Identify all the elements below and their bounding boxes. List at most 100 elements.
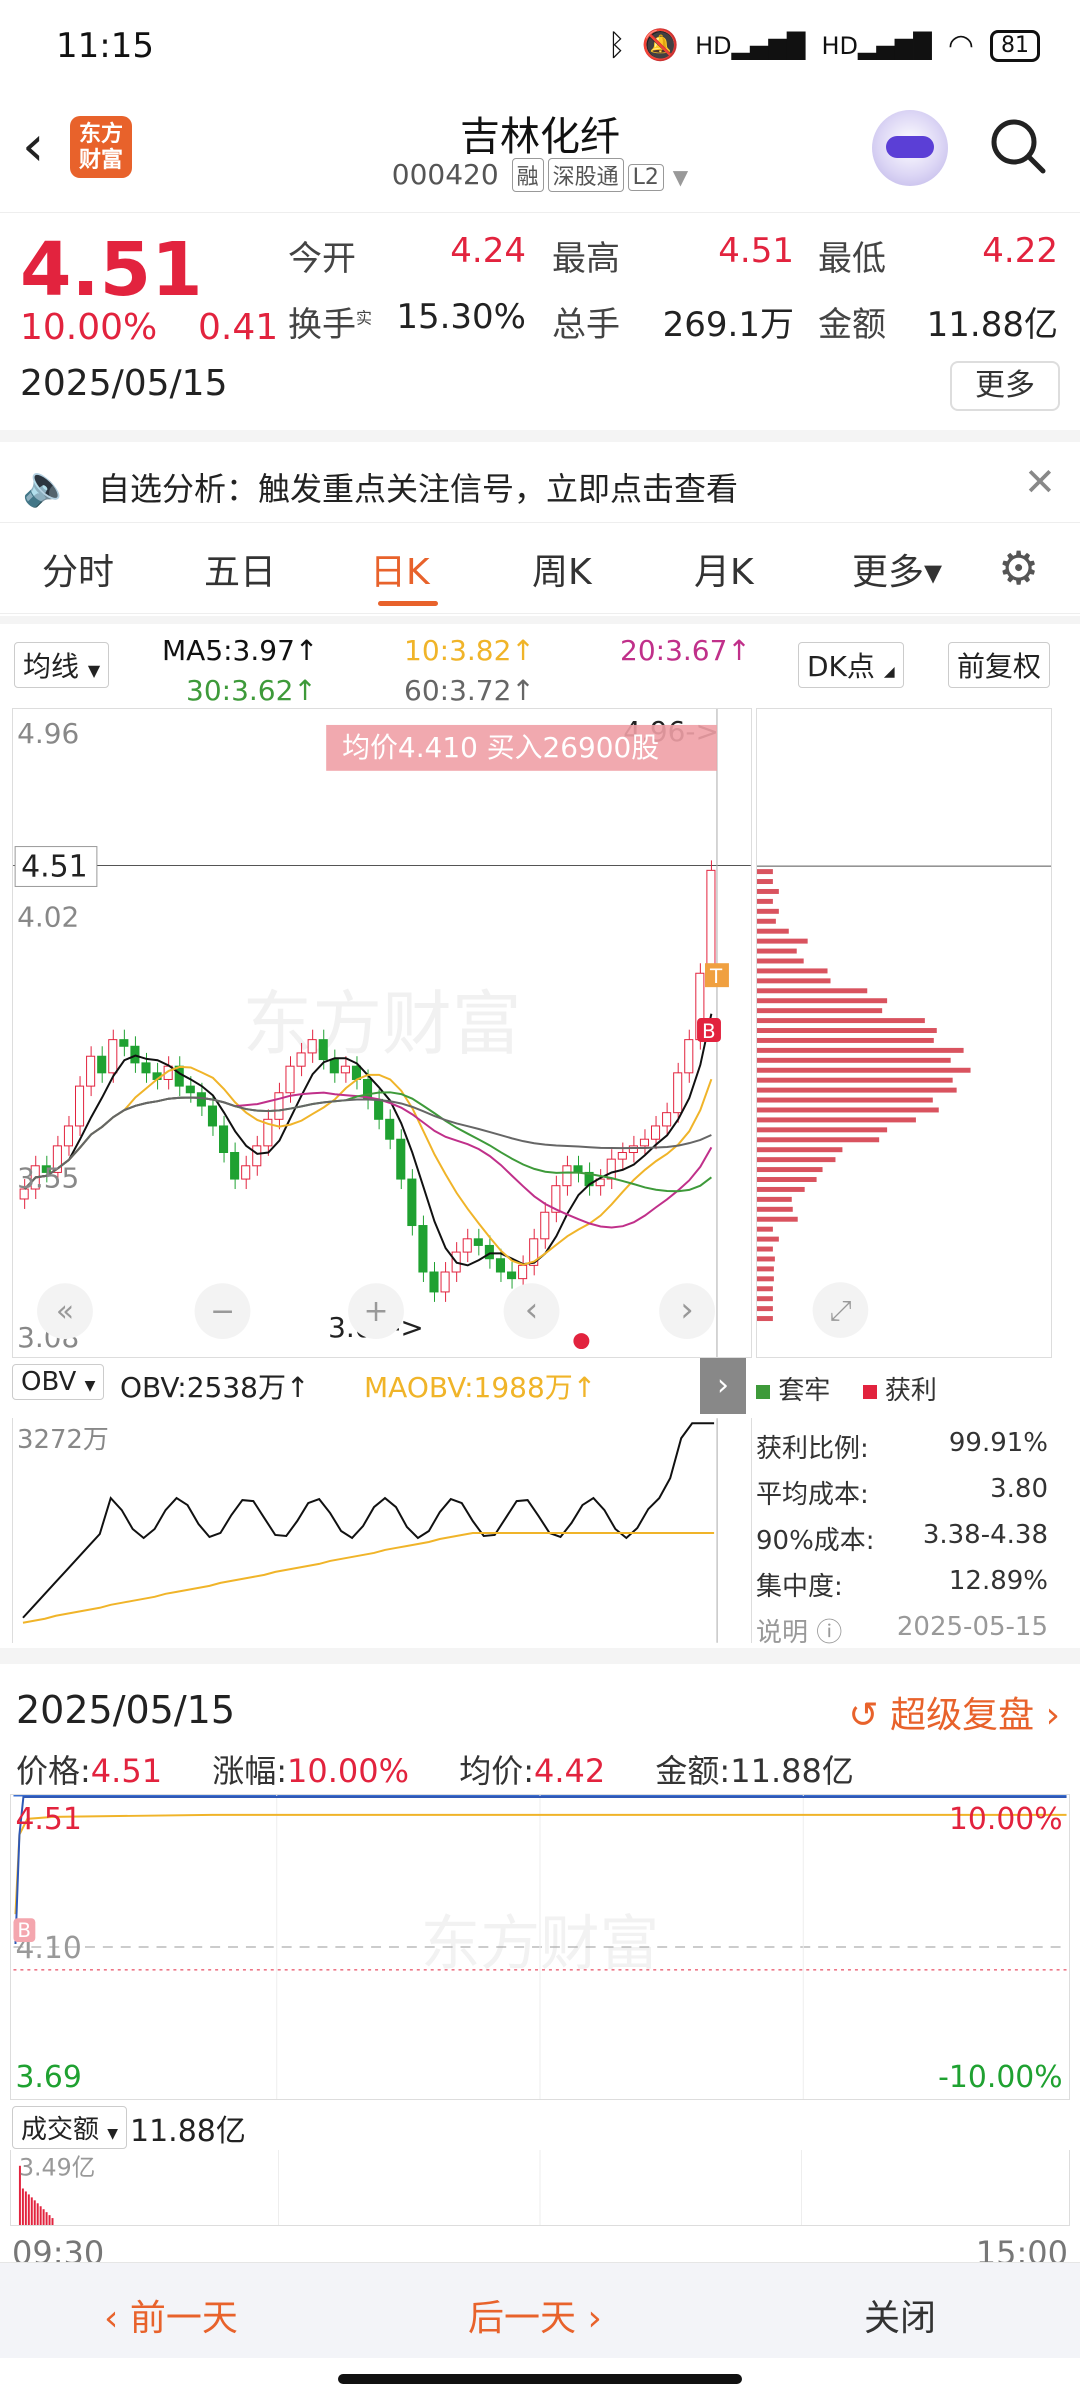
battery-icon: 81 xyxy=(990,30,1040,62)
chip-bar xyxy=(757,1157,835,1162)
chip-bar xyxy=(757,988,867,993)
mute-icon: 🔕 xyxy=(642,28,679,63)
trap-swatch xyxy=(756,1385,770,1399)
candle xyxy=(430,1272,438,1292)
candle xyxy=(87,1056,95,1086)
tab-five-day[interactable]: 五日 xyxy=(204,543,276,595)
candle xyxy=(186,1086,194,1093)
search-icon[interactable] xyxy=(988,116,1048,176)
candle xyxy=(142,1063,150,1073)
chip-bar xyxy=(757,929,789,934)
candle xyxy=(175,1066,183,1086)
candle xyxy=(629,1146,637,1153)
expand-icon: ⤢ xyxy=(829,1294,851,1327)
candle xyxy=(131,1046,139,1063)
kline-chart[interactable]: 东方财富 4.96 4.51 4.02 3.55 3.08 3.08-> 4.9… xyxy=(12,708,752,1358)
candle xyxy=(574,1166,582,1173)
plus-icon: + xyxy=(363,1294,388,1329)
dk-point-selector[interactable]: DK点 ◢ xyxy=(798,642,904,688)
y-axis-top: 4.96 xyxy=(17,717,79,750)
history-icon: ↺ xyxy=(849,1695,879,1736)
candle xyxy=(330,1060,338,1073)
volume-bar xyxy=(43,2209,45,2225)
close-button[interactable]: 关闭 xyxy=(864,2289,936,2341)
candle xyxy=(541,1212,549,1239)
profit-ratio-row: 获利比例: 99.91% xyxy=(756,1428,1052,1465)
ma5-value: MA5:3.97↑ xyxy=(162,634,318,667)
chip-bar xyxy=(757,998,887,1003)
candle xyxy=(242,1166,250,1179)
obv-selector[interactable]: OBV ▼ xyxy=(12,1364,104,1400)
volume-bar xyxy=(34,2200,36,2225)
intraday-y-bottom: 3.69 xyxy=(15,2060,81,2095)
adjust-button[interactable]: 前复权 xyxy=(948,642,1050,688)
intraday-b-label: B xyxy=(17,1919,31,1942)
candle xyxy=(286,1066,294,1093)
watermark: 东方财富 xyxy=(242,985,521,1063)
chip-bar xyxy=(757,1107,939,1112)
cost-90-row: 90%成本: 3.38-4.38 xyxy=(756,1520,1052,1557)
rewind-icon: « xyxy=(56,1294,74,1329)
gear-icon[interactable]: ⚙ xyxy=(998,541,1039,595)
chip-bar xyxy=(757,1008,882,1013)
tab-intraday[interactable]: 分时 xyxy=(42,543,114,595)
volume-bar xyxy=(31,2197,33,2225)
close-icon[interactable]: ✕ xyxy=(1024,460,1056,504)
high-label: 最高 xyxy=(552,231,620,280)
open-label: 今开 xyxy=(288,231,356,280)
chip-note-row[interactable]: 说明 ⓘ 2025-05-15 xyxy=(756,1612,1052,1646)
amount-value: 11.88亿 xyxy=(900,297,1058,346)
analysis-banner[interactable]: 🔈 自选分析：触发重点关注信号，立即点击查看 ✕ xyxy=(0,430,1080,520)
chip-bar xyxy=(757,1137,879,1142)
chip-bar xyxy=(757,1028,937,1033)
candle xyxy=(618,1153,626,1160)
volume-selector[interactable]: 成交额 ▼ xyxy=(12,2106,127,2149)
more-button[interactable]: 更多 xyxy=(950,361,1060,411)
tab-more[interactable]: 更多▾ xyxy=(852,543,942,595)
assistant-avatar[interactable] xyxy=(872,110,948,186)
active-tab-underline xyxy=(378,601,438,606)
replay-amount: 11.88亿 xyxy=(730,1752,854,1790)
banner-text: 自选分析：触发重点关注信号，立即点击查看 xyxy=(98,464,738,510)
prev-day-button[interactable]: ‹ 前一天 xyxy=(104,2289,238,2341)
footer-bar: ‹ 前一天 后一天 › 关闭 xyxy=(0,2262,1080,2358)
status-time: 11:15 xyxy=(56,26,154,66)
ma-selector[interactable]: 均线 ▼ xyxy=(14,642,109,688)
volume-bar xyxy=(25,2191,27,2225)
candle xyxy=(197,1093,205,1106)
chip-bar xyxy=(757,1247,773,1252)
collapse-panel-button[interactable]: › xyxy=(700,1358,746,1414)
chip-bar xyxy=(757,1117,916,1122)
tab-weekly-k[interactable]: 周K xyxy=(532,543,592,595)
chip-bar xyxy=(757,968,828,973)
info-icon: ⓘ xyxy=(816,1618,842,1646)
concentration-row: 集中度: 12.89% xyxy=(756,1566,1052,1603)
candle xyxy=(109,1040,117,1073)
candle xyxy=(652,1126,660,1139)
tab-monthly-k[interactable]: 月K xyxy=(694,543,754,595)
home-indicator[interactable] xyxy=(338,2374,742,2384)
volume-bar xyxy=(40,2206,42,2225)
ma10-value: 10:3.82↑ xyxy=(404,634,535,667)
status-bar: 11:15 ᛒ 🔕 HD▂▄▆█ HD▂▄▆█ ◠ 81 xyxy=(0,0,1080,100)
super-replay-link[interactable]: ↺ 超级复盘 › xyxy=(849,1686,1060,1738)
chip-bar xyxy=(757,978,831,983)
minus-icon: − xyxy=(210,1294,235,1329)
candle xyxy=(231,1153,239,1180)
candle xyxy=(76,1086,84,1126)
candle xyxy=(308,1040,316,1053)
profit-swatch xyxy=(863,1385,877,1399)
candle xyxy=(496,1259,504,1272)
chip-bar xyxy=(757,1127,887,1132)
tab-daily-k[interactable]: 日K xyxy=(370,543,430,595)
hd-signal-icon: HD▂▄▆█ xyxy=(821,32,931,60)
candle xyxy=(386,1119,394,1139)
chip-bar xyxy=(757,899,773,904)
obv-line xyxy=(23,1423,714,1617)
candle xyxy=(98,1056,106,1073)
next-day-button[interactable]: 后一天 › xyxy=(468,2289,602,2341)
y-axis-mid: 4.02 xyxy=(17,900,79,933)
chip-bar xyxy=(757,879,773,884)
chip-bar xyxy=(757,1187,805,1192)
chip-bar xyxy=(757,1306,773,1311)
